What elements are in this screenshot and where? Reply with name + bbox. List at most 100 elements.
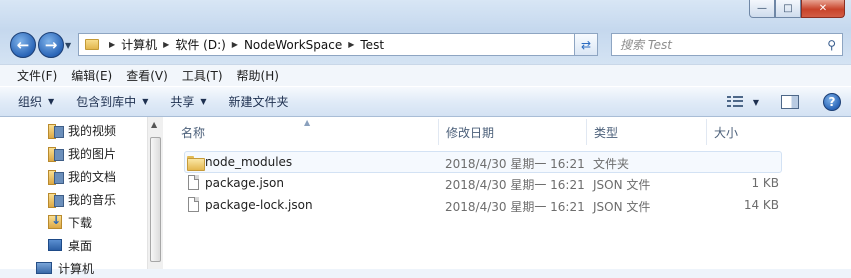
chevron-right-icon[interactable]: ▶ <box>348 40 354 49</box>
include-in-library-button[interactable]: 包含到库中 ▼ <box>76 93 148 110</box>
refresh-icon: ⇄ <box>580 37 592 52</box>
explorer-window: — □ ✕ ← → ▼ ▶ 计算机 ▶ 软件 (D:) ▶ NodeWorkSp… <box>0 0 851 276</box>
file-row[interactable]: package-lock.json 2018/4/30 星期一 16:21 JS… <box>184 195 782 217</box>
breadcrumb-nodeworkspace[interactable]: NodeWorkSpace <box>244 38 342 52</box>
address-bar[interactable]: ▶ 计算机 ▶ 软件 (D:) ▶ NodeWorkSpace ▶ Test ▼ <box>78 33 598 56</box>
minimize-button[interactable]: — <box>749 0 775 18</box>
folder-icon <box>85 39 99 50</box>
nav-item-label: 我的图片 <box>68 146 117 161</box>
maximize-button[interactable]: □ <box>775 0 801 18</box>
column-header-label: 名称 <box>181 125 206 140</box>
share-label: 共享 <box>170 95 195 109</box>
library-icon <box>48 192 64 208</box>
desktop-icon <box>48 239 62 251</box>
nav-item-label: 下载 <box>68 215 93 230</box>
breadcrumb-computer[interactable]: 计算机 <box>121 36 157 53</box>
search-input[interactable]: 搜索 Test ⚲ <box>611 33 843 56</box>
file-name: package.json <box>205 176 285 190</box>
help-icon[interactable]: ? <box>823 93 841 111</box>
nav-item-label: 我的视频 <box>68 123 117 138</box>
menu-bar: 文件(F) 编辑(E) 查看(V) 工具(T) 帮助(H) <box>0 64 851 86</box>
new-folder-button[interactable]: 新建文件夹 <box>229 93 289 110</box>
scrollbar-thumb[interactable] <box>150 137 161 262</box>
file-type: JSON 文件 <box>593 200 651 214</box>
dropdown-arrow-icon: ▼ <box>48 97 55 106</box>
navigation-pane-scrollbar[interactable]: ▲ <box>147 117 163 269</box>
nav-item-computer[interactable]: 计算机 <box>36 258 94 278</box>
nav-item-documents[interactable]: 我的文档 <box>48 166 116 186</box>
dropdown-arrow-icon: ▼ <box>200 97 207 106</box>
scroll-up-icon[interactable]: ▲ <box>151 120 157 129</box>
nav-item-downloads[interactable]: 下载 <box>48 212 92 232</box>
sort-ascending-icon: ▲ <box>304 118 311 127</box>
computer-icon <box>36 262 52 274</box>
command-bar: 组织 ▼ 包含到库中 ▼ 共享 ▼ 新建文件夹 ▼ ? <box>0 86 851 117</box>
library-icon <box>48 123 64 139</box>
breadcrumb-drive-d[interactable]: 软件 (D:) <box>175 36 225 53</box>
nav-item-label: 桌面 <box>68 238 93 253</box>
menu-edit[interactable]: 编辑(E) <box>64 67 119 84</box>
nav-item-videos[interactable]: 我的视频 <box>48 120 116 140</box>
file-date: 2018/4/30 星期一 16:21 <box>445 178 585 192</box>
file-row[interactable]: node_modules 2018/4/30 星期一 16:21 文件夹 <box>184 151 782 173</box>
chevron-right-icon[interactable]: ▶ <box>109 40 115 49</box>
share-button[interactable]: 共享 ▼ <box>170 93 206 110</box>
dropdown-arrow-icon: ▼ <box>142 97 149 106</box>
file-row[interactable]: package.json 2018/4/30 星期一 16:21 JSON 文件… <box>184 173 782 195</box>
nav-item-pictures[interactable]: 我的图片 <box>48 143 116 163</box>
view-controls: ▼ ? <box>726 93 841 111</box>
column-header-label: 大小 <box>714 125 739 140</box>
nav-item-label: 我的音乐 <box>68 192 117 207</box>
navigation-pane: 我的视频 我的图片 我的文档 我的音乐 下载 桌面 <box>0 117 163 276</box>
file-size: 14 KB <box>743 198 779 212</box>
nav-item-music[interactable]: 我的音乐 <box>48 189 116 209</box>
file-type: 文件夹 <box>593 157 630 171</box>
file-date: 2018/4/30 星期一 16:21 <box>445 157 585 171</box>
chevron-right-icon[interactable]: ▶ <box>163 40 169 49</box>
search-icon[interactable]: ⚲ <box>827 38 836 52</box>
column-header-type[interactable]: 类型 <box>587 119 707 145</box>
nav-item-label: 我的文档 <box>68 169 117 184</box>
file-type: JSON 文件 <box>593 178 651 192</box>
refresh-button[interactable]: ⇄ <box>574 33 598 56</box>
column-header-label: 类型 <box>594 125 619 140</box>
view-options-dropdown-icon[interactable]: ▼ <box>753 98 759 107</box>
file-name: node_modules <box>205 155 293 169</box>
document-icon <box>188 197 199 212</box>
column-header-name[interactable]: ▲ 名称 <box>164 118 439 145</box>
library-icon <box>48 146 64 162</box>
preview-pane-icon[interactable] <box>781 95 799 109</box>
close-button[interactable]: ✕ <box>801 0 845 18</box>
column-header-label: 修改日期 <box>446 125 495 140</box>
folder-icon <box>187 155 205 171</box>
chevron-right-icon[interactable]: ▶ <box>232 40 238 49</box>
navigation-bar: ← → ▼ ▶ 计算机 ▶ 软件 (D:) ▶ NodeWorkSpace ▶ … <box>8 31 843 59</box>
column-header-size[interactable]: 大小 <box>707 119 787 145</box>
recent-pages-dropdown[interactable]: ▼ <box>65 41 71 50</box>
nav-item-label: 计算机 <box>58 261 95 276</box>
search-placeholder: 搜索 Test <box>620 38 673 52</box>
file-date: 2018/4/30 星期一 16:21 <box>445 200 585 214</box>
menu-tools[interactable]: 工具(T) <box>175 67 230 84</box>
file-name: package-lock.json <box>205 198 313 212</box>
content-area: 我的视频 我的图片 我的文档 我的音乐 下载 桌面 <box>0 117 851 276</box>
organize-button[interactable]: 组织 ▼ <box>18 93 54 110</box>
menu-help[interactable]: 帮助(H) <box>230 67 286 84</box>
file-size: 1 KB <box>751 176 779 190</box>
downloads-icon <box>48 213 62 229</box>
forward-button[interactable]: → <box>38 32 64 58</box>
view-options-icon[interactable] <box>726 96 743 108</box>
back-button[interactable]: ← <box>10 32 36 58</box>
breadcrumb-test[interactable]: Test <box>360 38 384 52</box>
file-list: ▲ 名称 修改日期 类型 大小 node_modules 2018/4/30 星… <box>164 117 851 269</box>
document-icon <box>188 175 199 190</box>
caption-buttons: — □ ✕ <box>749 0 845 18</box>
menu-file[interactable]: 文件(F) <box>10 67 64 84</box>
column-header-date[interactable]: 修改日期 <box>439 119 587 145</box>
menu-view[interactable]: 查看(V) <box>119 67 175 84</box>
nav-item-desktop[interactable]: 桌面 <box>48 235 92 255</box>
include-in-library-label: 包含到库中 <box>76 95 137 109</box>
library-icon <box>48 169 64 185</box>
new-folder-label: 新建文件夹 <box>228 95 289 109</box>
organize-label: 组织 <box>18 95 43 109</box>
